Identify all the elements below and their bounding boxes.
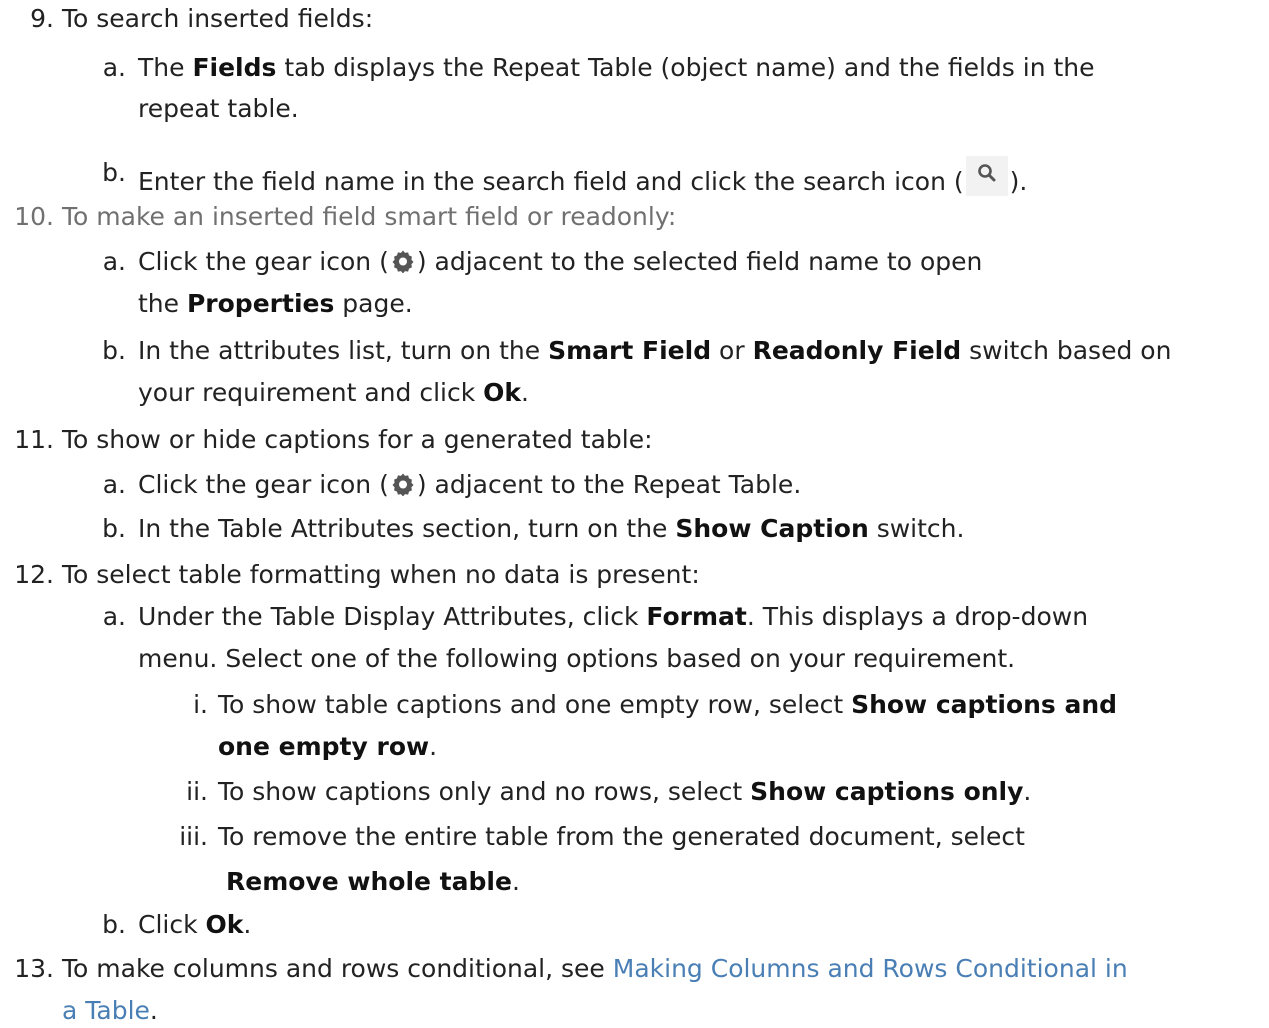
gear-icon — [392, 473, 414, 496]
step-text: To make an inserted field smart field or… — [62, 202, 677, 231]
substep-label: a. — [102, 470, 126, 499]
option-text: To show table captions and one empty row… — [218, 690, 1118, 719]
option-text: To remove the entire table from the gene… — [218, 822, 1025, 851]
substep-text: Enter the field name in the search field… — [138, 156, 1027, 199]
substep-label: a. — [102, 53, 126, 82]
option-label: iii. — [179, 822, 208, 851]
step-text-cont: a Table. — [62, 996, 158, 1025]
step-number: 13. — [14, 954, 54, 983]
substep-label: b. — [102, 158, 126, 187]
option-text-cont: one empty row. — [218, 732, 438, 761]
step-number: 12. — [14, 560, 54, 589]
step-text: To select table formatting when no data … — [62, 560, 700, 589]
option-text: To show captions only and no rows, selec… — [218, 777, 1032, 806]
option-label: ii. — [186, 777, 208, 806]
substep-text: Under the Table Display Attributes, clic… — [138, 602, 1089, 631]
step-text: To show or hide captions for a generated… — [62, 425, 653, 454]
substep-label: b. — [102, 336, 126, 365]
substep-text: Click the gear icon () adjacent to the R… — [138, 470, 802, 499]
substep-text: In the attributes list, turn on the Smar… — [138, 336, 1172, 365]
substep-text: The Fields tab displays the Repeat Table… — [138, 53, 1095, 82]
step-number: 11. — [14, 425, 54, 454]
option-label: i. — [193, 690, 208, 719]
substep-text-cont: menu. Select one of the following option… — [138, 644, 1016, 673]
substep-label: b. — [102, 910, 126, 939]
substep-label: a. — [102, 247, 126, 276]
substep-text: In the Table Attributes section, turn on… — [138, 514, 965, 543]
step-number: 10. — [14, 202, 54, 231]
making-columns-rows-conditional-link-cont[interactable]: a Table — [62, 996, 150, 1025]
step-text: To make columns and rows conditional, se… — [62, 954, 1128, 983]
substep-text: Click the gear icon () adjacent to the s… — [138, 247, 983, 276]
making-columns-rows-conditional-link[interactable]: Making Columns and Rows Conditional in — [613, 954, 1128, 983]
gear-icon — [392, 250, 414, 273]
substep-label: a. — [102, 602, 126, 631]
substep-label: b. — [102, 514, 126, 543]
step-number: 9. — [30, 4, 54, 33]
substep-text-cont: your requirement and click Ok. — [138, 378, 529, 407]
search-icon — [965, 156, 1008, 196]
option-text-cont: Remove whole table. — [226, 867, 520, 896]
substep-text: Click Ok. — [138, 910, 252, 939]
substep-text-cont: the Properties page. — [138, 289, 413, 318]
step-text: To search inserted fields: — [62, 4, 374, 33]
substep-text-cont: repeat table. — [138, 94, 299, 123]
